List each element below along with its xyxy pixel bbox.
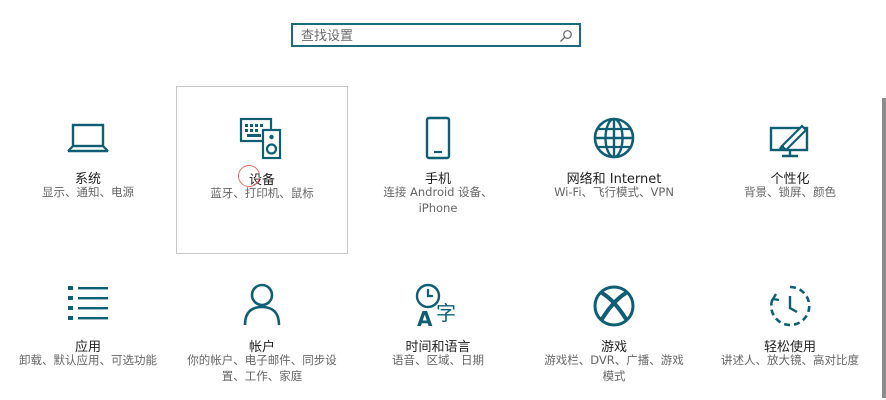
tile-description: 卸载、默认应用、可选功能 <box>19 353 157 367</box>
tile-description: 你的帐户、电子邮件、同步设置、工作、家庭 <box>187 353 337 383</box>
tile-description: 语音、区域、日期 <box>392 353 484 367</box>
ease-of-access-icon <box>769 285 811 327</box>
person-icon <box>243 283 281 326</box>
tile-description: 蓝牙、打印机、鼠标 <box>210 186 314 200</box>
tile-description: 连接 Android 设备、iPhone <box>383 185 493 215</box>
phone-icon <box>425 116 451 160</box>
tile-description: 显示、通知、电源 <box>42 185 134 199</box>
tile-ease-of-access[interactable]: 轻松使用 讲述人、放大镜、高对比度 <box>704 264 876 396</box>
search-input[interactable] <box>301 27 551 45</box>
tile-description: 背景、锁屏、颜色 <box>744 185 836 199</box>
tile-phone[interactable]: 手机 连接 Android 设备、iPhone <box>352 86 524 254</box>
tile-accounts[interactable]: 帐户 你的帐户、电子邮件、同步设置、工作、家庭 <box>176 264 348 396</box>
tile-devices[interactable]: 设备 蓝牙、打印机、鼠标 <box>176 86 348 254</box>
tile-description: 游戏栏、DVR、广播、游戏模式 <box>544 353 684 383</box>
devices-icon <box>239 117 282 160</box>
tile-network[interactable]: 网络和 Internet Wi-Fi、飞行模式、VPN <box>528 86 700 254</box>
time-language-icon: A 字 <box>415 283 456 328</box>
svg-text:字: 字 <box>436 301 456 325</box>
globe-icon <box>593 117 635 159</box>
tile-description: 讲述人、放大镜、高对比度 <box>721 353 859 367</box>
tile-description: Wi-Fi、飞行模式、VPN <box>554 185 674 199</box>
scrollbar[interactable] <box>882 98 886 398</box>
search-icon[interactable] <box>559 29 573 43</box>
tile-system[interactable]: 系统 显示、通知、电源 <box>2 86 174 254</box>
xbox-icon <box>593 285 635 327</box>
personalization-icon <box>769 124 809 158</box>
apps-list-icon <box>68 286 108 320</box>
mouse-cursor-indicator <box>238 165 260 187</box>
search-box[interactable] <box>291 23 581 47</box>
tile-time-language[interactable]: A 字 时间和语言 语音、区域、日期 <box>352 264 524 396</box>
tile-apps[interactable]: 应用 卸载、默认应用、可选功能 <box>2 264 174 396</box>
svg-text:A: A <box>417 307 433 328</box>
tile-personalization[interactable]: 个性化 背景、锁屏、颜色 <box>704 86 876 254</box>
laptop-icon <box>67 123 109 153</box>
tile-gaming[interactable]: 游戏 游戏栏、DVR、广播、游戏模式 <box>528 264 700 396</box>
